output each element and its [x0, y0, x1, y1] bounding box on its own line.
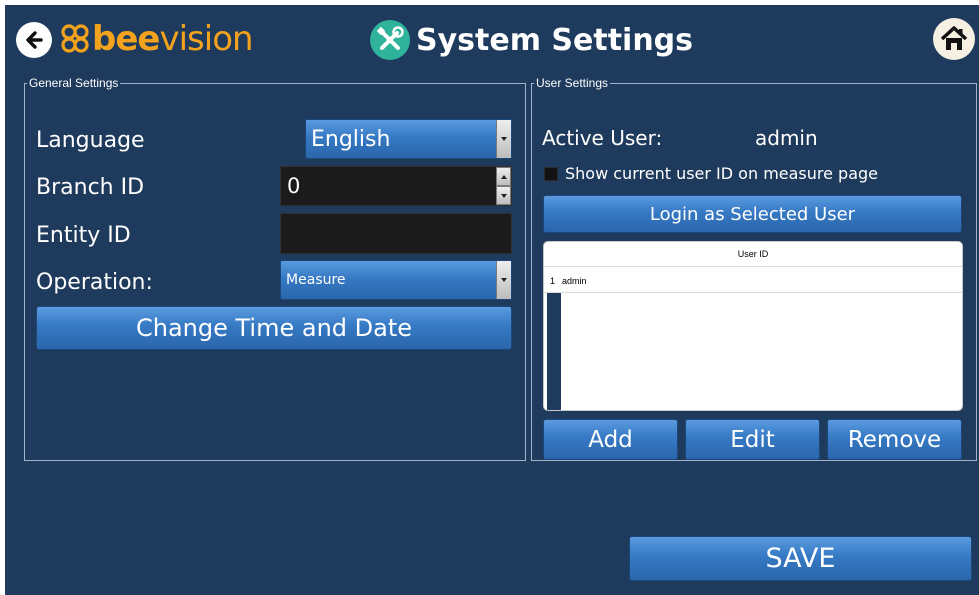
- chevron-down-icon: [496, 120, 511, 158]
- back-button[interactable]: [16, 22, 52, 58]
- language-label: Language: [36, 128, 145, 153]
- row-user-id: admin: [562, 276, 587, 286]
- beevision-logo: beevision: [60, 19, 254, 59]
- page-title: System Settings: [416, 22, 694, 58]
- branch-id-label: Branch ID: [36, 175, 145, 200]
- change-time-date-button[interactable]: Change Time and Date: [36, 306, 512, 350]
- title-area: System Settings: [370, 18, 693, 62]
- active-user-label: Active User:: [542, 126, 663, 150]
- operation-select[interactable]: Measure: [280, 260, 512, 300]
- general-settings-legend: General Settings: [29, 76, 119, 90]
- operation-value: Measure: [286, 272, 346, 288]
- remove-user-button[interactable]: Remove: [827, 419, 962, 460]
- table-row[interactable]: 1 admin: [544, 266, 962, 293]
- active-user-value: admin: [755, 126, 818, 150]
- entity-id-input[interactable]: [280, 213, 512, 254]
- table-header: User ID: [544, 242, 962, 266]
- user-settings-legend: User Settings: [536, 76, 609, 90]
- edit-user-button[interactable]: Edit: [685, 419, 820, 460]
- column-header-user-id[interactable]: User ID: [544, 249, 962, 259]
- branch-id-stepper[interactable]: [280, 166, 512, 206]
- add-user-button[interactable]: Add: [543, 419, 678, 460]
- row-header-strip: [547, 293, 561, 410]
- home-icon: [940, 26, 968, 50]
- language-value: English: [311, 126, 391, 152]
- app-window: beevision System Settings General Settin…: [5, 5, 979, 595]
- users-table[interactable]: User ID 1 admin: [543, 241, 963, 411]
- show-user-id-label: Show current user ID on measure page: [565, 164, 879, 183]
- header: beevision System Settings: [5, 5, 979, 71]
- checkbox-box[interactable]: [544, 166, 558, 181]
- logo-wordmark: beevision: [92, 19, 254, 59]
- decrement-button[interactable]: [496, 186, 511, 205]
- general-settings-group: General Settings Language English Branch…: [24, 76, 526, 461]
- operation-label: Operation:: [36, 270, 153, 295]
- tools-icon: [370, 20, 410, 60]
- bee-logo-icon: [61, 24, 89, 53]
- show-user-id-checkbox[interactable]: Show current user ID on measure page: [544, 164, 878, 183]
- back-arrow-icon: [26, 31, 43, 49]
- home-button[interactable]: [933, 18, 975, 60]
- login-as-selected-user-button[interactable]: Login as Selected User: [543, 195, 962, 233]
- language-select[interactable]: English: [305, 119, 512, 159]
- user-settings-group: User Settings Active User: admin Show cu…: [531, 76, 977, 461]
- chevron-down-icon: [500, 193, 507, 198]
- chevron-down-icon: [496, 261, 511, 299]
- save-button[interactable]: SAVE: [629, 536, 972, 581]
- increment-button[interactable]: [496, 167, 511, 186]
- row-number: 1: [550, 276, 556, 286]
- entity-id-label: Entity ID: [36, 223, 131, 248]
- branch-id-input[interactable]: [281, 167, 496, 205]
- chevron-up-icon: [500, 174, 507, 179]
